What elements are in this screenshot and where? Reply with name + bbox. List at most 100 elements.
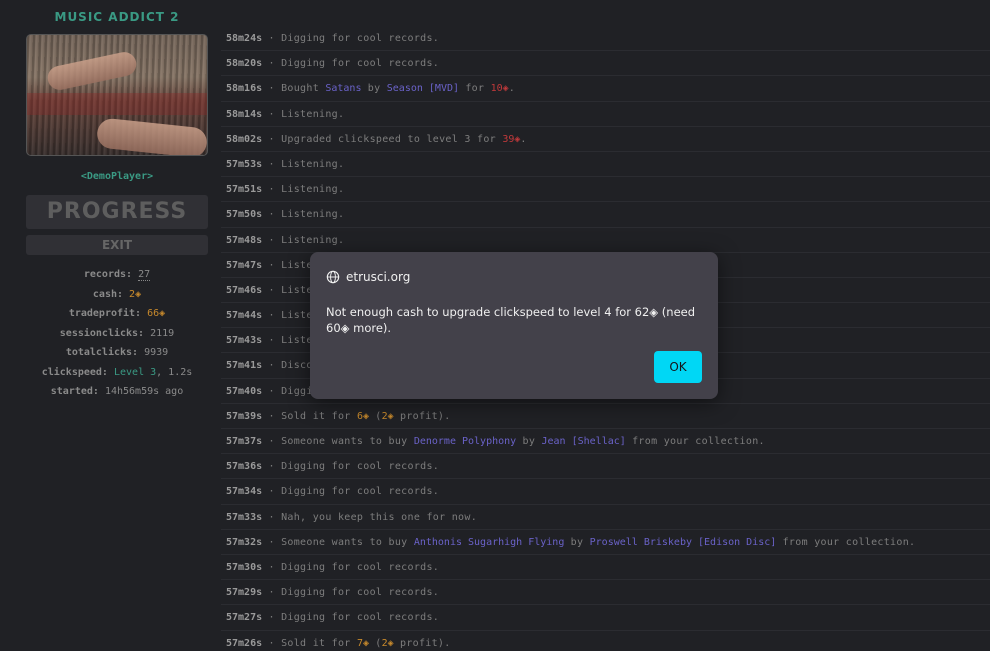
log-entry: 58m02s · Upgraded clickspeed to level 3 … bbox=[221, 127, 990, 152]
globe-icon bbox=[326, 270, 340, 284]
log-text: · Nah, you keep this one for now. bbox=[262, 511, 478, 523]
log-text: · Digging for cool records. bbox=[262, 33, 440, 44]
exit-button[interactable]: EXIT bbox=[26, 235, 208, 255]
log-timestamp: 57m27s bbox=[226, 612, 263, 624]
player-name: <DemoPlayer> bbox=[80, 171, 154, 182]
log-timestamp: 58m20s bbox=[226, 58, 263, 70]
log-text: · Digging for cool records. bbox=[262, 587, 440, 599]
log-timestamp: 57m32s bbox=[226, 536, 263, 548]
log-text: · Listening. bbox=[262, 209, 345, 221]
log-link: Proswell Briskeby [Edison Disc] bbox=[589, 536, 777, 548]
stats-panel: records: 27 cash: 2◈ tradeprofit: 66◈ se… bbox=[26, 265, 208, 402]
log-timestamp: 57m39s bbox=[226, 410, 263, 422]
totalclicks-value: 9939 bbox=[144, 347, 169, 358]
log-timestamp: 57m37s bbox=[226, 436, 263, 447]
started-value: 14h56m59s ago bbox=[104, 386, 184, 397]
log-text: profit). bbox=[393, 410, 451, 422]
log-timestamp: 57m34s bbox=[226, 486, 263, 498]
log-text: · Someone wants to buy bbox=[262, 436, 414, 447]
log-text: · Someone wants to buy bbox=[262, 536, 414, 548]
log-entry: 57m34s · Digging for cool records. bbox=[221, 479, 990, 505]
log-entry: 57m36s · Digging for cool records. bbox=[221, 454, 990, 480]
log-text: by bbox=[516, 436, 542, 447]
log-timestamp: 57m33s bbox=[226, 511, 263, 523]
log-text: · Sold it for bbox=[262, 410, 357, 422]
log-timestamp: 57m43s bbox=[226, 335, 263, 347]
log-timestamp: 57m46s bbox=[226, 284, 263, 296]
log-text: · Digging for cool records. bbox=[262, 561, 440, 573]
log-entry: 58m24s · Digging for cool records. bbox=[221, 26, 990, 52]
dialog-message: Not enough cash to upgrade clickspeed to… bbox=[326, 305, 696, 335]
log-entry: 57m48s · Listening. bbox=[221, 228, 990, 253]
log-text: for bbox=[459, 83, 491, 95]
stat-sessionclicks: sessionclicks: 2119 bbox=[59, 327, 175, 339]
ok-button[interactable]: OK bbox=[654, 351, 702, 383]
stat-started: started: 14h56m59s ago bbox=[50, 386, 184, 397]
log-text: . bbox=[508, 83, 516, 95]
log-entry: 57m30s · Digging for cool records. bbox=[221, 555, 990, 581]
records-value[interactable]: 27 bbox=[138, 269, 151, 281]
log-amount: 10◈ bbox=[490, 83, 509, 95]
log-link: Anthonis Sugarhigh Flying bbox=[413, 536, 565, 548]
log-entry: 57m51s · Listening. bbox=[221, 177, 990, 203]
stat-tradeprofit: tradeprofit: 66◈ bbox=[68, 308, 166, 319]
log-link: Jean [Shellac] bbox=[541, 436, 626, 447]
log-text: · Bought bbox=[262, 83, 326, 95]
log-amount: 6◈ bbox=[356, 410, 369, 422]
log-text: · Digging for cool records. bbox=[262, 486, 440, 498]
log-timestamp: 57m50s bbox=[226, 209, 263, 221]
log-timestamp: 57m48s bbox=[226, 234, 263, 246]
stat-records: records: 27 bbox=[83, 269, 151, 281]
log-amount: 2◈ bbox=[381, 410, 394, 422]
log-text: · Digging for cool records. bbox=[262, 58, 440, 70]
log-link: Denorme Polyphony bbox=[413, 436, 517, 447]
log-text: by bbox=[564, 536, 590, 548]
log-timestamp: 57m51s bbox=[226, 184, 263, 196]
log-entry: 57m50s · Listening. bbox=[221, 202, 990, 228]
log-timestamp: 57m36s bbox=[226, 461, 263, 473]
game-title: MUSIC ADDICT 2 bbox=[54, 10, 180, 24]
log-entry: 57m37s · Someone wants to buy Denorme Po… bbox=[221, 429, 990, 455]
log-timestamp: 58m16s bbox=[226, 83, 263, 95]
progress-button[interactable]: PROGRESS bbox=[26, 195, 208, 229]
log-link: Satans bbox=[325, 83, 362, 95]
log-amount: 39◈ bbox=[502, 133, 521, 145]
log-entry: 57m27s · Digging for cool records. bbox=[221, 605, 990, 631]
log-text: . bbox=[520, 133, 527, 145]
alert-dialog: etrusci.org Not enough cash to upgrade c… bbox=[310, 252, 718, 399]
log-text: · Upgraded clickspeed to level 3 for bbox=[262, 133, 503, 145]
log-timestamp: 57m41s bbox=[226, 360, 263, 372]
log-text: from your collection. bbox=[776, 536, 916, 548]
log-entry: 57m26s · Sold it for 7◈ (2◈ profit). bbox=[221, 631, 990, 651]
log-text: · Listening. bbox=[262, 234, 345, 246]
log-timestamp: 57m53s bbox=[226, 158, 263, 170]
log-text: · Sold it for bbox=[262, 637, 357, 649]
log-timestamp: 58m24s bbox=[226, 33, 263, 44]
log-link: Season [MVD] bbox=[386, 83, 460, 95]
log-timestamp: 57m29s bbox=[226, 587, 263, 599]
tradeprofit-value: 66◈ bbox=[147, 308, 166, 319]
record-crate-photo bbox=[26, 34, 208, 156]
log-text: · Digging for cool records. bbox=[262, 461, 440, 473]
log-timestamp: 57m30s bbox=[226, 561, 263, 573]
log-text: ( bbox=[368, 410, 382, 422]
log-timestamp: 57m40s bbox=[226, 385, 263, 397]
stat-totalclicks: totalclicks: 9939 bbox=[65, 347, 169, 358]
stat-cash: cash: 2◈ bbox=[92, 288, 142, 300]
log-text: from your collection. bbox=[625, 436, 765, 447]
log-entry: 57m32s · Someone wants to buy Anthonis S… bbox=[221, 530, 990, 555]
log-timestamp: 57m44s bbox=[226, 310, 263, 322]
log-timestamp: 58m02s bbox=[226, 133, 263, 145]
log-entry: 57m29s · Digging for cool records. bbox=[221, 580, 990, 606]
log-timestamp: 57m47s bbox=[226, 259, 263, 271]
cash-value: 2◈ bbox=[129, 288, 142, 300]
log-entry: 57m33s · Nah, you keep this one for now. bbox=[221, 505, 990, 530]
log-entry: 57m39s · Sold it for 6◈ (2◈ profit). bbox=[221, 404, 990, 429]
log-text: · Digging for cool records. bbox=[262, 612, 440, 624]
log-entry: 57m53s · Listening. bbox=[221, 152, 990, 178]
log-entry: 58m20s · Digging for cool records. bbox=[221, 51, 990, 77]
log-amount: 7◈ bbox=[356, 637, 369, 649]
log-amount: 2◈ bbox=[381, 637, 394, 649]
sidebar: MUSIC ADDICT 2 <DemoPlayer> PROGRESS EXI… bbox=[26, 0, 208, 402]
dialog-origin-text: etrusci.org bbox=[346, 270, 411, 284]
